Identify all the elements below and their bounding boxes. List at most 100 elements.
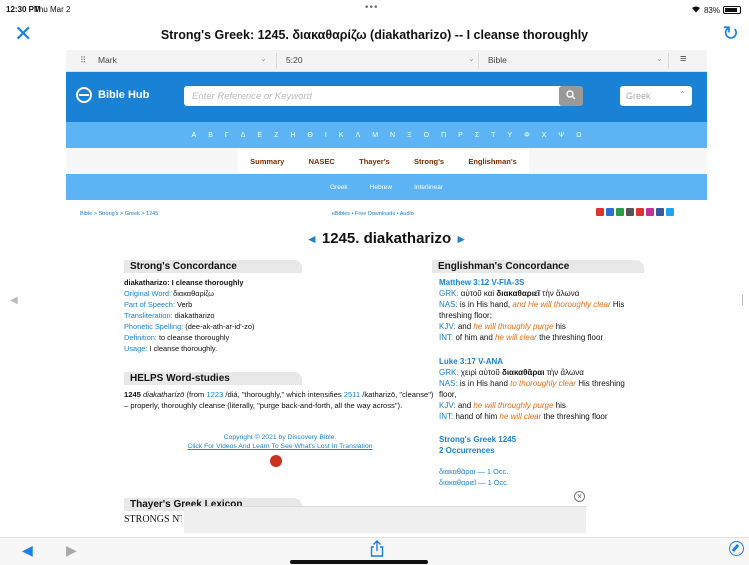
- reload-button[interactable]: ↻: [722, 22, 739, 46]
- tab-summary[interactable]: Summary: [250, 157, 284, 166]
- reference-selectors: ⠿ Mark ⌄ 5:20 ⌄ Bible ⌄ ≡: [66, 50, 707, 72]
- sidebar-right-handle[interactable]: [742, 295, 743, 305]
- book-select[interactable]: Mark: [98, 55, 117, 65]
- letter[interactable]: Π: [441, 132, 446, 139]
- nas-line: NAS: is in His hand to thoroughly clear …: [439, 379, 625, 388]
- nas-line-cont: floor,: [439, 390, 457, 399]
- text: the threshing floor: [536, 333, 604, 342]
- nas-line: NAS: is in His hand, and He will thoroug…: [439, 300, 624, 309]
- forward-arrow-icon[interactable]: ▶: [66, 542, 77, 559]
- status-right: 83%: [691, 5, 741, 15]
- occurrence-link[interactable]: διακαθᾶραι — 1 Occ.: [439, 467, 508, 476]
- ref-link[interactable]: 2511: [344, 390, 360, 399]
- version-select[interactable]: Bible: [488, 55, 507, 65]
- letter[interactable]: Κ: [339, 132, 344, 139]
- language-select[interactable]: Greek ⌃: [620, 86, 692, 106]
- letter[interactable]: Ο: [424, 132, 429, 139]
- letter[interactable]: Ε: [257, 132, 262, 139]
- home-indicator[interactable]: [290, 560, 428, 564]
- print-icon[interactable]: [626, 208, 634, 216]
- discovery-bible-logo-icon[interactable]: [270, 455, 282, 467]
- letter[interactable]: Τ: [491, 132, 495, 139]
- helps-video-link[interactable]: Click For Videos And Learn To See What's…: [124, 443, 436, 450]
- back-arrow-icon[interactable]: ◀: [22, 542, 33, 559]
- letter[interactable]: Β: [208, 132, 213, 139]
- text: of him and: [453, 333, 496, 342]
- tab-thayers[interactable]: Thayer's: [359, 157, 390, 166]
- site-logo[interactable]: Bible Hub: [76, 87, 149, 103]
- email-icon[interactable]: [636, 208, 644, 216]
- letter[interactable]: Φ: [524, 132, 530, 139]
- tab-nasec[interactable]: NASEC: [309, 157, 335, 166]
- letter[interactable]: Η: [290, 132, 295, 139]
- letter[interactable]: Γ: [225, 132, 229, 139]
- search-input[interactable]: Enter Reference or Keyword: [184, 86, 564, 106]
- highlight: he will clear: [495, 333, 537, 342]
- strongs-headword: diakatharizo: I cleanse thoroughly: [124, 278, 244, 287]
- letter[interactable]: Ν: [390, 132, 395, 139]
- search-button[interactable]: [559, 86, 583, 106]
- grid-icon[interactable]: ⠿: [80, 55, 86, 66]
- tab-englishmans[interactable]: Englishman's: [468, 157, 516, 166]
- breadcrumb[interactable]: Bible > Strong's > Greek > 1245: [80, 211, 158, 217]
- label: NAS:: [439, 379, 458, 388]
- ad-banner[interactable]: [184, 506, 586, 533]
- letter[interactable]: Ω: [576, 132, 581, 139]
- chevron-down-icon: ⌄: [656, 54, 663, 63]
- top-links[interactable]: eBibles • Free Downloads • Audio: [332, 211, 414, 217]
- letter[interactable]: Ξ: [407, 132, 412, 139]
- divider: [478, 53, 479, 69]
- text: (from: [186, 390, 207, 399]
- letter[interactable]: Θ: [307, 132, 312, 139]
- highlight: he will throughly purge: [473, 322, 554, 331]
- occurrence-summary[interactable]: Strong's Greek 1245: [439, 435, 516, 444]
- multitask-dots-icon[interactable]: •••: [365, 2, 379, 13]
- divider: [276, 53, 277, 69]
- chapter-select[interactable]: 5:20: [286, 55, 303, 65]
- helps-text: 1245 diakatharízō (from 1223 /diá, "thor…: [124, 390, 436, 411]
- tab-greek[interactable]: Greek: [330, 184, 348, 191]
- letter[interactable]: Υ: [507, 132, 512, 139]
- letter[interactable]: Α: [192, 132, 197, 139]
- definition: Definition: to cleanse thoroughly: [124, 333, 229, 342]
- instagram-icon[interactable]: [646, 208, 654, 216]
- wifi-icon: [691, 5, 701, 15]
- text: hand of him: [453, 412, 500, 421]
- thayer-strongs: STRONGS NT 1245: [124, 514, 182, 525]
- twitter-icon[interactable]: [666, 208, 674, 216]
- letter[interactable]: Μ: [372, 132, 378, 139]
- battery-icon: [723, 6, 741, 14]
- letter[interactable]: Ι: [325, 132, 327, 139]
- label: Definition:: [124, 333, 157, 342]
- int-line: INT: of him and he will clear the thresh…: [439, 333, 603, 342]
- ref-link[interactable]: 1223: [206, 390, 223, 399]
- sidebar-left-arrow-icon[interactable]: ◀: [10, 295, 18, 306]
- pdf-icon[interactable]: [596, 208, 604, 216]
- letter[interactable]: Χ: [542, 132, 547, 139]
- letter[interactable]: Ρ: [458, 132, 463, 139]
- verse-ref-link[interactable]: Matthew 3:12 V-FIA-3S: [439, 278, 524, 287]
- text: and: [455, 401, 474, 410]
- verse-ref-link[interactable]: Luke 3:17 V-ANA: [439, 357, 503, 366]
- share-icon[interactable]: [370, 540, 384, 557]
- prev-entry-arrow-icon[interactable]: ◄: [306, 232, 318, 246]
- compass-icon[interactable]: [729, 541, 744, 556]
- tab-strongs[interactable]: Strong's: [414, 157, 444, 166]
- letter[interactable]: Δ: [241, 132, 246, 139]
- status-bar: 12:30 PM Thu Mar 2 ••• 83%: [0, 0, 749, 18]
- letter[interactable]: Λ: [356, 132, 361, 139]
- letter[interactable]: Ζ: [274, 132, 278, 139]
- excel-icon[interactable]: [616, 208, 624, 216]
- language-value: Greek: [626, 91, 651, 101]
- menu-icon[interactable]: ≡: [680, 53, 686, 65]
- letter[interactable]: Ψ: [558, 132, 564, 139]
- facebook-icon[interactable]: [656, 208, 664, 216]
- letter[interactable]: Σ: [475, 132, 479, 139]
- occurrence-link[interactable]: διακαθαριεῖ — 1 Occ.: [439, 478, 509, 487]
- ad-close-icon[interactable]: ×: [574, 491, 585, 502]
- next-entry-arrow-icon[interactable]: ►: [455, 232, 467, 246]
- text: τὴν ἅλωνα: [539, 289, 580, 298]
- tab-interlinear[interactable]: Interlinear: [414, 184, 443, 191]
- word-icon[interactable]: [606, 208, 614, 216]
- tab-hebrew[interactable]: Hebrew: [370, 184, 392, 191]
